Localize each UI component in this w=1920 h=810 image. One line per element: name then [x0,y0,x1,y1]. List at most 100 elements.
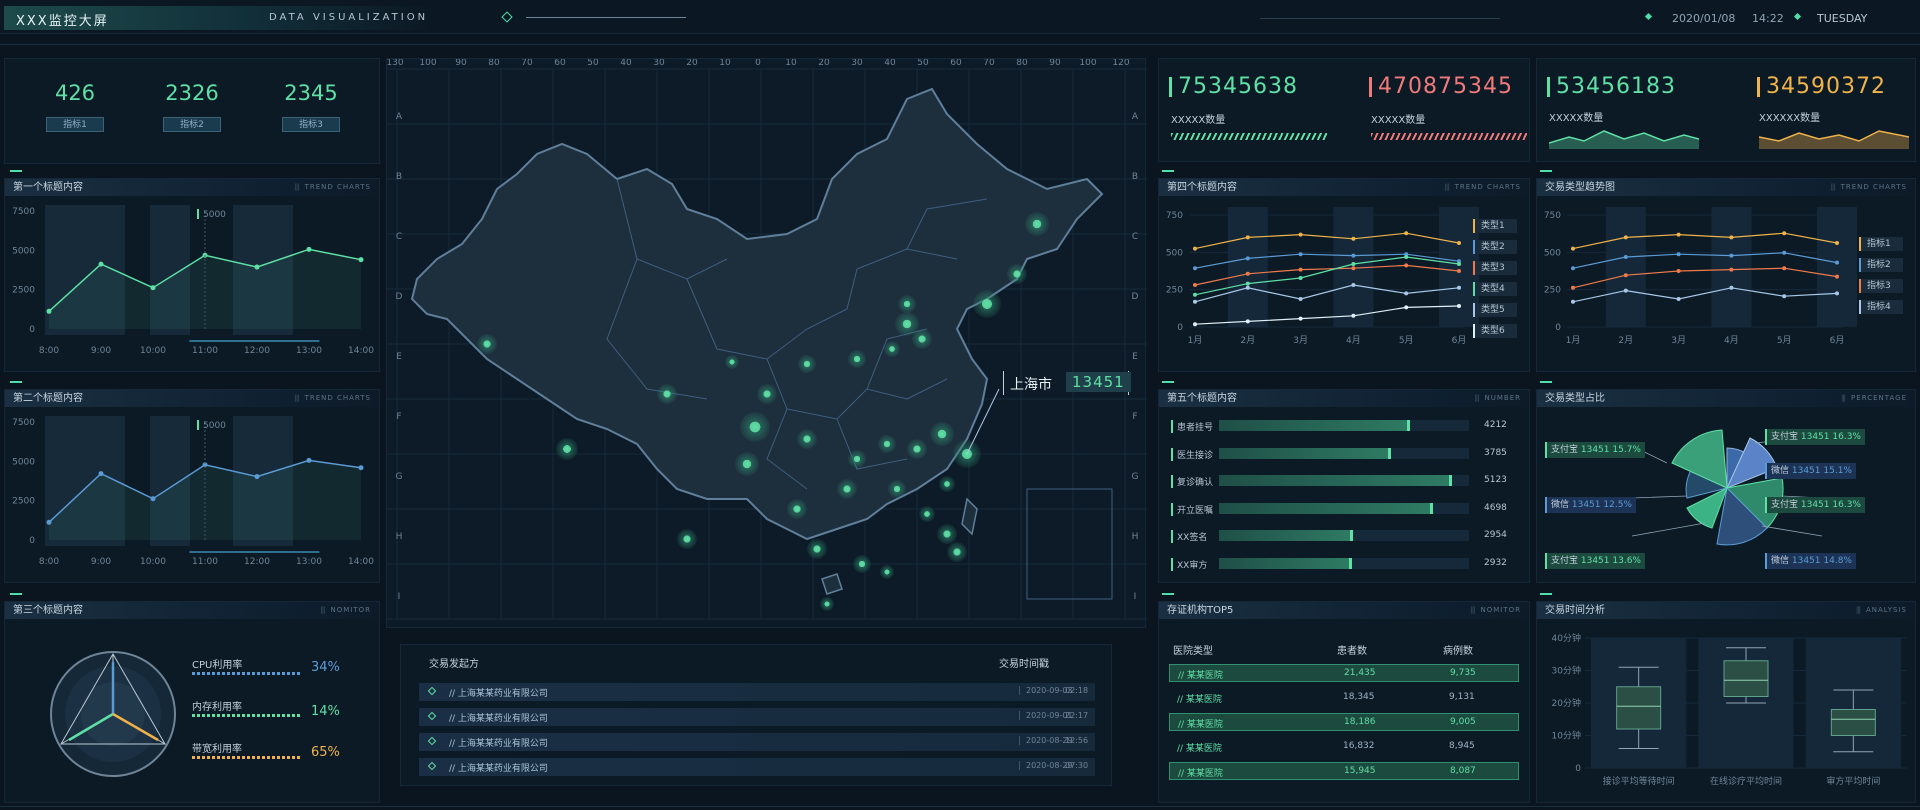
bar-value: 2932 [1484,557,1507,568]
series-point [1245,285,1250,290]
transaction-row[interactable]: // 上海某某药业有限公司 2020-09-01 22:17 [419,708,1095,726]
series-point [1676,232,1681,237]
patient-count: 18,345 [1343,691,1375,702]
chart-band [1711,207,1752,327]
kpi-value-2: 2326 [165,81,219,105]
table-row[interactable]: // 某某医院 18,186 9,005 [1169,713,1519,731]
percentage-panel-8: 交易类型占比 ||| PERCENTAGE 支付宝 13451 15.7% 微信 13… [1536,389,1916,583]
x-tick-label: 14:00 [348,557,374,567]
map-dot [888,480,906,498]
bar-fill [1219,502,1433,514]
pie-tag[interactable]: 支付宝 13451 16.3% [1765,429,1865,445]
y-tick-label: 250 [1544,286,1561,296]
table-row[interactable]: // 某某医院 15,945 8,087 [1169,762,1519,780]
series-point [1351,266,1356,271]
legend-item[interactable]: 类型5 [1473,303,1517,317]
legend-item[interactable]: 类型1 [1473,219,1517,233]
pie-tag[interactable]: 支付宝 13451 16.3% [1765,497,1865,513]
series-point [1729,285,1734,290]
series-point [1351,313,1356,318]
stat-value-4: 34590372 [1757,76,1886,98]
pie-tag[interactable]: 微信 13451 14.8% [1765,553,1856,569]
map-top-tick: 50 [587,59,599,68]
map-dot [1007,264,1027,284]
panel-title: 存证机构TOP5 [1167,605,1234,616]
map-top-tick: 10 [719,59,731,68]
map-top-tick: 10 [785,59,797,68]
panel-header: 交易时间分析 ||| ANALYSIS [1537,602,1915,619]
legend-item[interactable]: 类型2 [1473,240,1517,254]
table-row[interactable]: // 某某医院 18,345 9,131 [1169,689,1519,707]
monitor-panel: 第三个标题内容 ||| NOMITOR CPU利用率 34% 内存利用率 14% 带… [4,601,380,803]
tag-name: 微信 [1771,466,1790,476]
panel-title: 第二个标题内容 [13,393,83,404]
metric-label: 内存利用率 [192,702,242,713]
tag-pct: 15.7% [1609,445,1641,455]
number-panel-5: 第五个标题内容 ||| NUMBER 患者挂号 4212 医生接诊 3785 复诊确认 512… [1158,389,1530,583]
map-dot [477,334,497,354]
tx-time: 07:30 [1065,761,1089,770]
panel-header: 交易类型趋势图 ||| TREND CHARTS [1537,179,1915,196]
map-side-letter: A [1132,112,1139,122]
legend-item[interactable]: 类型6 [1473,324,1517,338]
kpi-label-1: 指标1 [46,117,104,132]
tag-name: 微信 [1551,500,1570,510]
transaction-row[interactable]: // 上海某某药业有限公司 2020-08-29 07:30 [419,758,1095,776]
legend-item[interactable]: 指标3 [1859,279,1903,293]
x-tick-label: 2月 [1240,335,1255,346]
pie-tag[interactable]: 支付宝 13451 13.6% [1545,553,1645,569]
hospital-name: // 某某医院 [1177,694,1222,705]
map-side-letter: F [396,412,401,422]
legend-item[interactable]: 指标2 [1859,258,1903,272]
map-callout[interactable]: 上海市 13451 [1003,371,1131,395]
map-dot [947,542,967,562]
metric-bar [192,756,302,759]
panel-header: 第五个标题内容 ||| NUMBER [1159,390,1529,407]
pie-tag[interactable]: 支付宝 13451 15.7% [1545,442,1645,458]
y-tick-label: 750 [1544,211,1561,221]
map-top-tick: 90 [1049,59,1061,68]
map-side-letter: I [398,592,401,602]
series-point [1782,250,1787,255]
table-row[interactable]: // 某某医院 16,832 8,945 [1169,738,1519,756]
transaction-row[interactable]: // 上海某某药业有限公司 2020-08-29 12:56 [419,733,1095,751]
legend-item[interactable]: 类型4 [1473,282,1517,296]
pie-tag[interactable]: 微信 13451 15.1% [1765,463,1856,479]
col-timestamp: 交易时间戳 [999,659,1049,670]
y-tick-label: 0 [29,325,35,335]
series-point [1571,285,1575,290]
map-dot [556,438,578,460]
map-dot [898,295,916,313]
map-side-letter: G [396,472,403,482]
trend-panel-2: 第二个标题内容 ||| TREND CHARTS 0 2500 5000 7500 8:00… [4,389,380,583]
legend-item[interactable]: 类型3 [1473,261,1517,275]
legend-item[interactable]: 指标1 [1859,237,1903,251]
corner-mark [1540,381,1552,383]
series-point [1193,299,1197,304]
tag-name: 微信 [1771,556,1790,566]
header-title-block: XXX监控大屏 DATA VISUALIZATION [4,6,434,30]
map-dot [939,476,955,492]
pie-tag[interactable]: 微信 13451 12.5% [1545,497,1636,513]
series-point [1782,266,1787,271]
panel-en-label: TREND CHARTS [1840,183,1907,191]
x-tick-label: 1月 [1566,335,1581,346]
x-tick-label: 2月 [1618,335,1633,346]
trend-point [150,496,156,502]
y-tick-label: 0 [29,536,35,546]
series-point [1835,274,1839,279]
x-tick-label: 4月 [1724,335,1739,346]
transaction-row[interactable]: // 上海某某药业有限公司 2020-09-03 02:18 [419,683,1095,701]
series-point [1457,241,1461,245]
map-side-letter: E [396,352,402,362]
series-point [1623,235,1628,240]
table-row[interactable]: // 某某医院 21,435 9,735 [1169,664,1519,682]
legend-item[interactable]: 指标4 [1859,300,1903,314]
marker-value: 5000 [203,210,226,220]
metric-value: 14% [311,704,340,719]
tag-name: 支付宝 [1771,500,1799,510]
box-plot-chart: 40分钟 30分钟 20分钟 10分钟 0 接诊平均等待时间 在线诊疗平均时间 审方平均时间 [1552,632,1907,787]
y-tick-label: 30分钟 [1552,665,1581,677]
tx-time: 22:17 [1065,711,1089,720]
stat-value-3: 53456183 [1547,76,1676,98]
